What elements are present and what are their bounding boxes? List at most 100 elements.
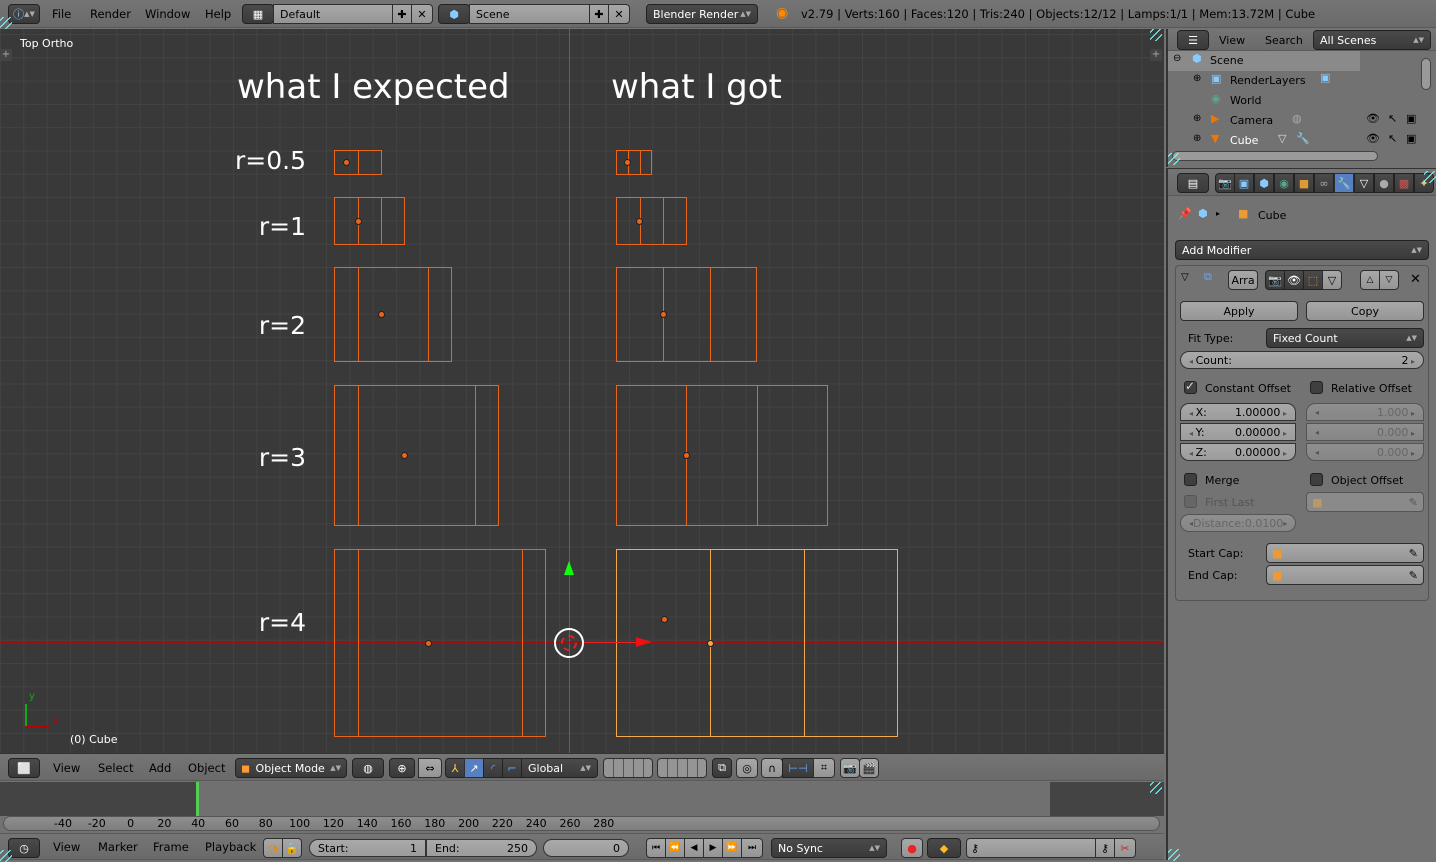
got-array-r3[interactable] <box>616 385 828 526</box>
count-field[interactable]: ◂ Count: 2 ▸ <box>1180 351 1424 369</box>
move-modifier-down-button[interactable]: ▽ <box>1379 270 1399 290</box>
remove-modifier-icon[interactable]: ✕ <box>1410 272 1421 287</box>
got-array-r4-active[interactable] <box>616 549 898 737</box>
timeline-ruler[interactable]: -40 -20 0 20 40 60 80 100 120 140 160 180 200 220 240 2… <box>3 816 1160 831</box>
context-render-layers-tab[interactable]: ▣ <box>1234 173 1254 193</box>
insert-keyframe-button[interactable]: ⚷ <box>1095 838 1115 858</box>
play-reverse-button[interactable]: ◀ <box>684 838 704 858</box>
x-manipulator-arrow[interactable] <box>636 637 652 647</box>
marker-menu[interactable]: Marker <box>98 834 138 861</box>
expected-array-r2[interactable] <box>334 267 452 362</box>
renderability-camera-icon[interactable]: ▣ <box>1406 112 1416 125</box>
scene-type-button[interactable]: ⬢ <box>438 4 470 24</box>
translate-manipulator-button[interactable]: ↗ <box>464 758 484 778</box>
editor-type-properties-button[interactable]: ▤ <box>1177 173 1209 193</box>
playback-menu[interactable]: Playback <box>205 834 256 861</box>
collapse-panel-icon[interactable]: ▽ <box>1181 272 1189 283</box>
object-menu[interactable]: Object <box>188 754 225 782</box>
object-offset-checkbox[interactable] <box>1310 473 1323 486</box>
timeline-area[interactable] <box>0 782 1164 816</box>
context-texture-tab[interactable]: ▩ <box>1394 173 1414 193</box>
got-array-r1[interactable] <box>616 197 687 245</box>
visibility-eye-icon[interactable]: 👁 <box>1366 112 1380 125</box>
end-cap-field[interactable]: ■ ✎ <box>1266 565 1424 585</box>
add-layout-button[interactable]: ✚ <box>392 4 412 24</box>
modifier-viewport-toggle[interactable]: 👁 <box>1284 270 1304 290</box>
screen-layout-field[interactable]: Default <box>273 4 393 24</box>
selectability-cursor-icon[interactable]: ↖ <box>1388 132 1397 145</box>
viewport-shading-select[interactable]: ◍ <box>352 758 384 778</box>
outliner-horizontal-scrollbar[interactable] <box>1172 151 1378 161</box>
menu-help[interactable]: Help <box>205 0 231 28</box>
expected-array-r4[interactable] <box>334 549 546 737</box>
expand-toggle-icon[interactable]: ⊕ <box>1193 133 1201 144</box>
pivot-point-select[interactable]: ⊕ <box>389 758 415 778</box>
relative-offset-y-field[interactable]: ◂ 0.000 ▸ <box>1306 423 1424 441</box>
3d-cursor-icon[interactable] <box>554 628 584 658</box>
jump-to-end-button[interactable]: ⏭ <box>741 838 763 858</box>
context-data-tab[interactable]: ▽ <box>1354 173 1374 193</box>
remove-layout-button[interactable]: ✕ <box>411 4 433 24</box>
y-manipulator-arrow[interactable] <box>564 561 574 575</box>
constant-offset-y-field[interactable]: ◂ Y: 0.00000 ▸ <box>1180 423 1296 441</box>
auto-keying-record-button[interactable]: ● <box>901 838 923 858</box>
menu-file[interactable]: File <box>52 0 71 28</box>
outliner-view-menu[interactable]: View <box>1219 34 1245 47</box>
start-cap-field[interactable]: ■ ✎ <box>1266 543 1424 563</box>
relative-offset-checkbox[interactable] <box>1310 381 1323 394</box>
constant-offset-x-field[interactable]: ◂ X: 1.00000 ▸ <box>1180 403 1296 421</box>
expected-array-r0-5[interactable] <box>334 150 382 175</box>
add-menu[interactable]: Add <box>149 754 171 782</box>
start-frame-field[interactable]: Start: 1 <box>309 839 426 857</box>
area-corner-handle[interactable] <box>1424 171 1436 183</box>
context-scene-tab[interactable]: ⬢ <box>1254 173 1274 193</box>
modifier-editmode-toggle[interactable]: ⬚ <box>1303 270 1323 290</box>
snap-element-select[interactable]: ⊢⊣ <box>782 758 814 778</box>
relative-offset-x-field[interactable]: ◂ 1.000 ▸ <box>1306 403 1424 421</box>
proportional-editing-button[interactable]: ◎ <box>736 758 758 778</box>
snap-target-button[interactable]: ⌗ <box>813 758 835 778</box>
merge-distance-field[interactable]: ◂ Distance:0.0100 ▸ <box>1180 514 1296 532</box>
move-modifier-up-button[interactable]: △ <box>1360 270 1380 290</box>
properties-toggle-button[interactable]: + <box>1150 49 1162 61</box>
scene-field[interactable]: Scene <box>469 4 590 24</box>
rotate-manipulator-button[interactable]: ◜ <box>483 758 503 778</box>
view-menu[interactable]: View <box>53 754 80 782</box>
merge-checkbox[interactable] <box>1184 473 1197 486</box>
menu-window[interactable]: Window <box>145 0 190 28</box>
scale-manipulator-button[interactable]: ⌐ <box>502 758 522 778</box>
editor-type-info-button[interactable]: ⓘ ▲▼ <box>8 4 40 24</box>
pin-icon[interactable]: 📌 <box>1178 207 1192 220</box>
renderability-camera-icon[interactable]: ▣ <box>1406 132 1416 145</box>
expected-array-r1[interactable] <box>334 197 405 245</box>
render-engine-select[interactable]: Blender Render ▲▼ <box>646 4 758 24</box>
got-array-r2[interactable] <box>616 267 757 362</box>
modifier-name-field[interactable]: Arra <box>1228 270 1258 290</box>
remove-scene-button[interactable]: ✕ <box>608 4 630 24</box>
relative-offset-z-field[interactable]: ◂ 0.000 ▸ <box>1306 443 1424 461</box>
editor-type-timeline-button[interactable]: ◷ <box>8 838 40 858</box>
menu-render[interactable]: Render <box>90 0 131 28</box>
visibility-eye-icon[interactable]: 👁 <box>1366 132 1380 145</box>
layers-group-1[interactable] <box>603 758 653 778</box>
context-constraints-tab[interactable]: ∞ <box>1314 173 1334 193</box>
opengl-render-image-button[interactable]: 📷 <box>840 758 860 778</box>
keying-mode-select[interactable]: ◆ <box>927 838 961 858</box>
collapse-toggle-icon[interactable]: ⊖ <box>1173 53 1181 64</box>
toolshelf-toggle-button[interactable]: + <box>0 49 12 61</box>
area-corner-handle[interactable] <box>0 850 12 862</box>
lock-layers-toggle[interactable]: ⧉ <box>712 758 732 778</box>
transform-orientation-select[interactable]: Global ▲▼ <box>521 758 598 778</box>
jump-to-keyframe-forward-button[interactable]: ⏩ <box>722 838 742 858</box>
area-corner-handle[interactable] <box>1168 849 1180 861</box>
eyedropper-icon[interactable]: ✎ <box>1409 547 1418 560</box>
display-mode-select[interactable]: All Scenes ▲▼ <box>1313 30 1431 50</box>
mode-select[interactable]: ◼ Object Mode ▲▼ <box>235 758 347 778</box>
timeline-view-menu[interactable]: View <box>53 834 80 861</box>
keying-set-field[interactable]: ⚷ <box>966 838 1096 858</box>
editor-type-3dview-button[interactable]: ⬜ <box>8 758 40 778</box>
context-object-tab[interactable]: ■ <box>1294 173 1314 193</box>
selectability-cursor-icon[interactable]: ↖ <box>1388 112 1397 125</box>
add-scene-button[interactable]: ✚ <box>589 4 609 24</box>
expected-array-r3[interactable] <box>334 385 499 526</box>
